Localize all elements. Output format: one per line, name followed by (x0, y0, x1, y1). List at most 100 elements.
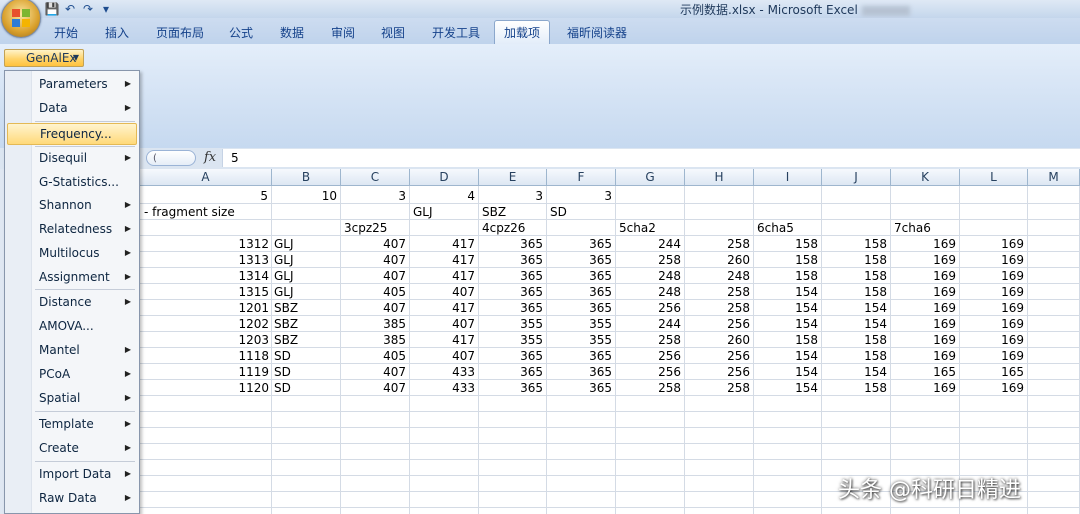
menu-item-g-statistics[interactable]: G-Statistics... (7, 171, 137, 193)
cell-allele-value[interactable]: 260 (685, 332, 750, 348)
cell-allele-value[interactable]: 258 (616, 252, 681, 268)
cancel-entry-button[interactable]: ( (146, 150, 196, 166)
column-header-h[interactable]: H (685, 169, 754, 186)
cell-allele-value[interactable]: 158 (822, 348, 887, 364)
cell-allele-value[interactable]: 256 (685, 364, 750, 380)
menu-item-data[interactable]: Data ▶ (7, 97, 137, 119)
cell-allele-value[interactable]: 365 (479, 380, 543, 396)
cell-a1[interactable]: 5 (140, 188, 268, 204)
cell-allele-value[interactable]: 169 (960, 252, 1024, 268)
cell-allele-value[interactable]: 158 (754, 236, 818, 252)
cell-allele-value[interactable]: 417 (410, 300, 475, 316)
cell-allele-value[interactable]: 169 (891, 348, 956, 364)
column-header-f[interactable]: F (547, 169, 616, 186)
cell-allele-value[interactable]: 169 (891, 236, 956, 252)
cell-allele-value[interactable]: 169 (960, 316, 1024, 332)
cell-allele-value[interactable]: 169 (960, 236, 1024, 252)
cell-allele-value[interactable]: 169 (891, 332, 956, 348)
cell-b1[interactable]: 10 (272, 188, 337, 204)
cell-allele-value[interactable]: 169 (891, 268, 956, 284)
cell-population[interactable]: GLJ (274, 236, 294, 252)
cell-allele-value[interactable]: 158 (754, 268, 818, 284)
worksheet-grid[interactable]: A B C D E F G H I J K L M 5 10 3 4 3 3 -… (0, 169, 1080, 514)
tab-insert[interactable]: 插入 (105, 24, 129, 41)
menu-item-raw-data[interactable]: Raw Data ▶ (7, 487, 137, 509)
cell-allele-value[interactable]: 417 (410, 268, 475, 284)
cell-allele-value[interactable]: 417 (410, 332, 475, 348)
menu-item-import-data[interactable]: Import Data ▶ (7, 463, 137, 485)
column-header-m[interactable]: M (1028, 169, 1080, 186)
cell-population[interactable]: GLJ (274, 252, 294, 268)
cell-allele-value[interactable]: 248 (616, 268, 681, 284)
menu-item-mantel[interactable]: Mantel ▶ (7, 339, 137, 361)
cell-allele-value[interactable]: 407 (410, 316, 475, 332)
column-header-l[interactable]: L (960, 169, 1028, 186)
cell-allele-value[interactable]: 407 (410, 284, 475, 300)
cell-allele-value[interactable]: 154 (822, 300, 887, 316)
cell-allele-value[interactable]: 169 (891, 316, 956, 332)
menu-item-assignment[interactable]: Assignment ▶ (7, 266, 137, 288)
cell-allele-value[interactable]: 158 (822, 236, 887, 252)
cell-allele-value[interactable]: 417 (410, 236, 475, 252)
cell-sample-id[interactable]: 1119 (140, 364, 269, 380)
cell-allele-value[interactable]: 258 (616, 380, 681, 396)
cell-allele-value[interactable]: 405 (341, 348, 406, 364)
menu-item-pcoa[interactable]: PCoA ▶ (7, 363, 137, 385)
cell-allele-value[interactable]: 385 (341, 332, 406, 348)
cell-allele-value[interactable]: 158 (754, 332, 818, 348)
cell-g3[interactable]: 5cha2 (619, 220, 656, 236)
cell-population[interactable]: SD (274, 348, 291, 364)
cell-allele-value[interactable]: 258 (685, 300, 750, 316)
cell-allele-value[interactable]: 407 (341, 236, 406, 252)
save-icon[interactable]: 💾 (44, 1, 60, 17)
menu-item-relatedness[interactable]: Relatedness ▶ (7, 218, 137, 240)
tab-view[interactable]: 视图 (381, 24, 405, 41)
cell-allele-value[interactable]: 407 (341, 268, 406, 284)
cell-allele-value[interactable]: 405 (341, 284, 406, 300)
cell-i3[interactable]: 6cha5 (757, 220, 794, 236)
cell-allele-value[interactable]: 256 (685, 316, 750, 332)
cell-allele-value[interactable]: 169 (960, 268, 1024, 284)
cell-population[interactable]: SD (274, 364, 291, 380)
column-header-d[interactable]: D (410, 169, 479, 186)
cell-f1[interactable]: 3 (547, 188, 612, 204)
cell-allele-value[interactable]: 158 (822, 252, 887, 268)
cell-allele-value[interactable]: 256 (616, 348, 681, 364)
cell-allele-value[interactable]: 407 (341, 300, 406, 316)
cell-allele-value[interactable]: 355 (547, 316, 612, 332)
cell-sample-id[interactable]: 1313 (140, 252, 269, 268)
cell-allele-value[interactable]: 407 (410, 348, 475, 364)
undo-icon[interactable]: ↶ (62, 1, 78, 17)
cell-allele-value[interactable]: 365 (479, 284, 543, 300)
cell-f2[interactable]: SD (550, 204, 567, 220)
cell-e2[interactable]: SBZ (482, 204, 506, 220)
cell-population[interactable]: SBZ (274, 300, 298, 316)
cell-allele-value[interactable]: 154 (754, 364, 818, 380)
cell-population[interactable]: SD (274, 380, 291, 396)
cell-allele-value[interactable]: 169 (960, 284, 1024, 300)
menu-item-shannon[interactable]: Shannon ▶ (7, 194, 137, 216)
redo-icon[interactable]: ↷ (80, 1, 96, 17)
cell-allele-value[interactable]: 365 (479, 348, 543, 364)
menu-item-amova[interactable]: AMOVA... (7, 315, 137, 337)
cell-c3[interactable]: 3cpz25 (344, 220, 387, 236)
cell-allele-value[interactable]: 154 (754, 316, 818, 332)
cell-allele-value[interactable]: 407 (341, 364, 406, 380)
column-header-g[interactable]: G (616, 169, 685, 186)
cell-allele-value[interactable]: 169 (891, 284, 956, 300)
cell-a2[interactable]: - fragment size (144, 204, 235, 220)
menu-item-distance[interactable]: Distance ▶ (7, 291, 137, 313)
cell-allele-value[interactable]: 158 (822, 380, 887, 396)
cell-allele-value[interactable]: 365 (479, 364, 543, 380)
cell-allele-value[interactable]: 158 (822, 332, 887, 348)
cell-allele-value[interactable]: 158 (754, 252, 818, 268)
cell-allele-value[interactable]: 169 (891, 380, 956, 396)
cell-population[interactable]: SBZ (274, 316, 298, 332)
cell-sample-id[interactable]: 1314 (140, 268, 269, 284)
cell-allele-value[interactable]: 365 (547, 236, 612, 252)
menu-item-template[interactable]: Template ▶ (7, 413, 137, 435)
cell-allele-value[interactable]: 365 (547, 284, 612, 300)
cell-allele-value[interactable]: 258 (685, 284, 750, 300)
cell-allele-value[interactable]: 165 (891, 364, 956, 380)
cell-allele-value[interactable]: 256 (685, 348, 750, 364)
